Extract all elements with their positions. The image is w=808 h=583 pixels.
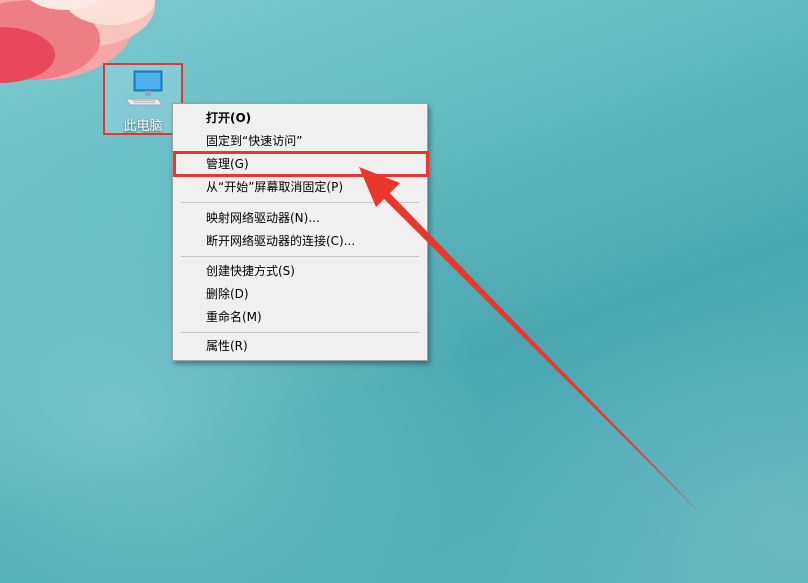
this-pc-desktop-icon[interactable]: 此电脑: [103, 63, 183, 135]
menu-item-rename[interactable]: 重命名(M): [173, 306, 427, 328]
highlight-box: [173, 151, 429, 177]
menu-separator: [181, 332, 419, 333]
computer-icon: [125, 70, 163, 106]
menu-item-properties[interactable]: 属性(R): [173, 335, 427, 357]
menu-item-disconnect-network-drive[interactable]: 断开网络驱动器的连接(C)...: [173, 230, 427, 252]
menu-item-unpin-start[interactable]: 从“开始”屏幕取消固定(P): [173, 176, 427, 198]
desktop: 此电脑 打开(O) 固定到“快速访问” 管理(G) 从“开始”屏幕取消固定(P)…: [0, 0, 808, 583]
menu-item-pin-quick-access[interactable]: 固定到“快速访问”: [173, 130, 427, 152]
menu-item-delete[interactable]: 删除(D): [173, 283, 427, 305]
this-pc-label: 此电脑: [123, 119, 163, 134]
context-menu: 打开(O) 固定到“快速访问” 管理(G) 从“开始”屏幕取消固定(P) 映射网…: [172, 103, 428, 361]
menu-item-create-shortcut[interactable]: 创建快捷方式(S): [173, 260, 427, 282]
menu-item-map-network-drive[interactable]: 映射网络驱动器(N)...: [173, 207, 427, 229]
menu-item-open[interactable]: 打开(O): [173, 107, 427, 129]
menu-separator: [181, 256, 419, 257]
menu-separator: [181, 202, 419, 203]
